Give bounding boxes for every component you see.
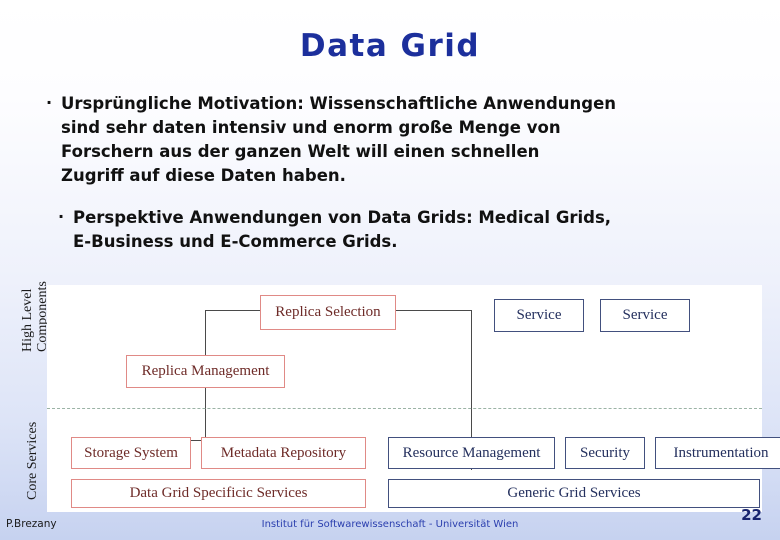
box-generic-grid-services[interactable]: Generic Grid Services xyxy=(388,479,760,508)
box-replica-selection[interactable]: Replica Selection xyxy=(260,295,396,330)
bullet-line: E-Business und E-Commerce Grids. xyxy=(73,232,398,251)
bullet-marker: · xyxy=(58,207,65,226)
bullet-line: Zugriff auf diese Daten haben. xyxy=(61,166,346,185)
box-resource-management[interactable]: Resource Management xyxy=(388,437,555,469)
box-storage-system[interactable]: Storage System xyxy=(71,437,191,469)
bullet-line: Perspektive Anwendungen von Data Grids: … xyxy=(73,208,612,227)
page-number: 22 xyxy=(741,506,762,524)
box-service-1[interactable]: Service xyxy=(494,299,584,332)
axis-label-core-services: Core Services xyxy=(25,421,40,500)
connector-line xyxy=(396,310,471,311)
slide: Data Grid · Ursprüngliche Motivation: Wi… xyxy=(0,0,780,540)
bullet-line: Ursprüngliche Motivation: Wissenschaftli… xyxy=(61,94,617,113)
bullet-marker: · xyxy=(46,93,53,112)
axis-label-high-level-components: High Level xyxy=(20,288,35,352)
box-replica-management[interactable]: Replica Management xyxy=(126,355,285,388)
architecture-diagram: Replica Selection Replica Management Sto… xyxy=(47,285,780,512)
box-data-grid-specific-services[interactable]: Data Grid Specificic Services xyxy=(71,479,366,508)
box-metadata-repository[interactable]: Metadata Repository xyxy=(201,437,366,469)
layer-divider xyxy=(47,408,762,409)
box-security[interactable]: Security xyxy=(565,437,645,469)
bullet-list: · Ursprüngliche Motivation: Wissenschaft… xyxy=(44,92,704,272)
connector-line xyxy=(205,310,260,311)
page-title: Data Grid xyxy=(299,28,481,64)
connector-line xyxy=(205,388,206,440)
footer-institute: Institut für Softwarewissenschaft - Univ… xyxy=(261,519,519,530)
list-item: · Perspektive Anwendungen von Data Grids… xyxy=(56,206,704,254)
bullet-line: Forschern aus der ganzen Welt will einen… xyxy=(61,142,540,161)
bullet-line: sind sehr daten intensiv und enorm große… xyxy=(61,118,561,137)
connector-line xyxy=(205,310,206,355)
box-instrumentation[interactable]: Instrumentation xyxy=(655,437,780,469)
list-item: · Ursprüngliche Motivation: Wissenschaft… xyxy=(44,92,704,188)
box-service-2[interactable]: Service xyxy=(600,299,690,332)
